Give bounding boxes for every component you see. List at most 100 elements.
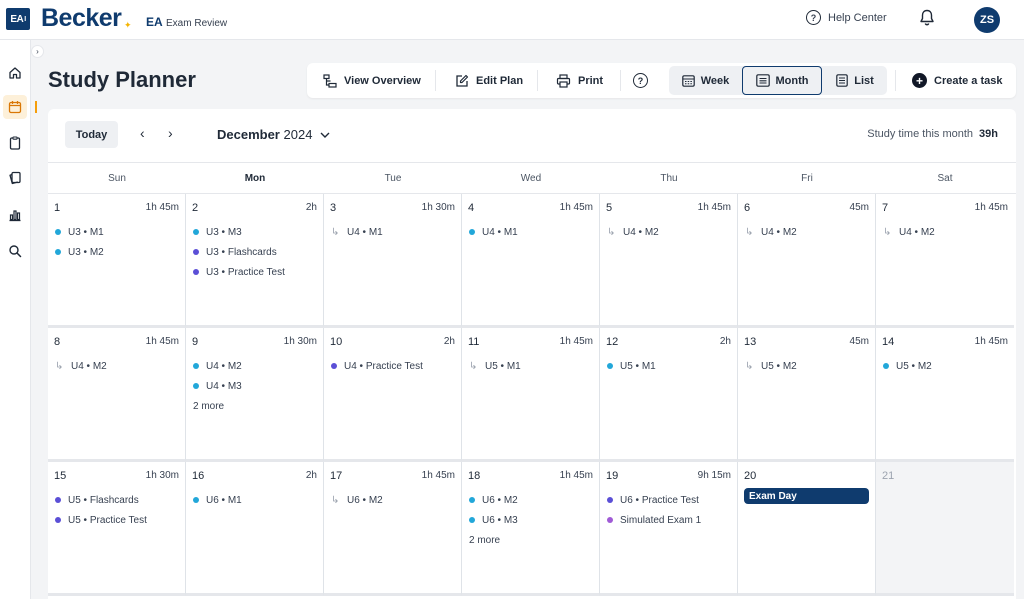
day-cell[interactable]: 7 1h 45m ↳ U4 • M2 — [876, 194, 1014, 328]
day-cell[interactable]: 13 45m ↳ U5 • M2 — [738, 328, 876, 462]
task-status-dot — [469, 497, 475, 503]
create-task-button[interactable]: + Create a task — [912, 63, 1003, 98]
day-study-time: 45m — [849, 202, 869, 213]
day-cell[interactable]: 10 2h U4 • Practice Test — [324, 328, 462, 462]
day-cell[interactable]: 8 1h 45m ↳ U4 • M2 — [48, 328, 186, 462]
day-cell[interactable]: 18 1h 45m U6 • M2 U6 • M3 2 more — [462, 462, 600, 596]
brand-name[interactable]: Becker — [41, 4, 122, 33]
day-cell[interactable]: 20 Exam Day — [738, 462, 876, 596]
day-cell[interactable]: 5 1h 45m ↳ U4 • M2 — [600, 194, 738, 328]
sidebar-item-calendar[interactable] — [3, 95, 27, 119]
task-item[interactable]: U4 • M2 — [192, 356, 317, 376]
day-cell-header: 1 1h 45m — [54, 202, 179, 214]
day-study-time: 2h — [443, 336, 455, 347]
day-study-time: 1h 45m — [559, 202, 593, 213]
sidebar-collapse-button[interactable]: › — [31, 45, 44, 58]
sidebar-item-flashcards[interactable] — [3, 166, 27, 190]
notifications-button[interactable] — [919, 9, 935, 32]
day-cell[interactable]: 1 1h 45m U3 • M1 U3 • M2 — [48, 194, 186, 328]
task-item[interactable]: Simulated Exam 1 — [606, 510, 731, 530]
task-status-dot — [193, 269, 199, 275]
week-view-button[interactable]: Week — [673, 66, 738, 95]
day-cell[interactable]: 9 1h 30m U4 • M2 U4 • M3 2 more — [186, 328, 324, 462]
day-cell[interactable]: 6 45m ↳ U4 • M2 — [738, 194, 876, 328]
sidebar-item-tasks[interactable] — [3, 131, 27, 155]
printer-icon — [556, 73, 571, 88]
task-item[interactable]: ↳ U4 • M2 — [744, 222, 869, 242]
help-button[interactable]: ? — [633, 63, 648, 98]
day-number: 11 — [468, 336, 480, 348]
task-status-dot — [607, 517, 613, 523]
product-code: EA — [146, 15, 163, 29]
task-label: U4 • M2 — [71, 360, 107, 372]
day-number: 17 — [330, 470, 343, 482]
day-cell[interactable]: 2 2h U3 • M3 U3 • Flashcards U3 • Practice T… — [186, 194, 324, 328]
next-month-button[interactable]: › — [168, 125, 173, 141]
task-item[interactable]: U3 • M3 — [192, 222, 317, 242]
day-study-time: 1h 45m — [697, 202, 731, 213]
edit-plan-button[interactable]: Edit Plan — [455, 63, 523, 98]
month-selector[interactable]: December 2024 — [217, 127, 330, 142]
task-item[interactable]: ↳ U4 • M2 — [882, 222, 1008, 242]
product-title: EA Exam Review — [146, 15, 227, 29]
day-cell[interactable]: 14 1h 45m U5 • M2 — [876, 328, 1014, 462]
task-item[interactable]: U6 • M3 — [468, 510, 593, 530]
task-label: U5 • M2 — [896, 360, 932, 372]
day-cell[interactable]: 17 1h 45m ↳ U6 • M2 — [324, 462, 462, 596]
task-item[interactable]: U6 • Practice Test — [606, 490, 731, 510]
day-cell[interactable]: 19 9h 15m U6 • Practice Test Simulated Exam… — [600, 462, 738, 596]
task-item[interactable]: U3 • M2 — [54, 242, 179, 262]
task-item[interactable]: U3 • Practice Test — [192, 262, 317, 282]
sidebar-item-search[interactable] — [3, 239, 27, 263]
task-item[interactable]: U6 • M1 — [192, 490, 317, 510]
day-cell[interactable]: 11 1h 45m ↳ U5 • M1 — [462, 328, 600, 462]
exam-day-event[interactable]: Exam Day — [744, 488, 869, 504]
task-item[interactable]: U6 • M2 — [468, 490, 593, 510]
task-item[interactable]: U5 • M1 — [606, 356, 731, 376]
more-tasks-link[interactable]: 2 more — [468, 530, 593, 550]
task-item[interactable]: ↳ U6 • M2 — [330, 490, 455, 510]
day-cell[interactable]: 21 — [876, 462, 1014, 596]
day-number: 10 — [330, 336, 343, 348]
task-item[interactable]: U5 • Practice Test — [54, 510, 179, 530]
previous-month-button[interactable]: ‹ — [140, 125, 145, 141]
task-item[interactable]: U3 • M1 — [54, 222, 179, 242]
task-item[interactable]: ↳ U4 • M2 — [54, 356, 179, 376]
chart-icon — [9, 210, 21, 222]
task-item[interactable]: ↳ U4 • M2 — [606, 222, 731, 242]
task-item[interactable]: U5 • M2 — [882, 356, 1008, 376]
day-cell[interactable]: 4 1h 45m U4 • M1 — [462, 194, 600, 328]
task-item[interactable]: U5 • Flashcards — [54, 490, 179, 510]
task-label: U3 • Practice Test — [206, 266, 285, 278]
question-icon: ? — [633, 73, 648, 88]
view-overview-button[interactable]: View Overview — [323, 63, 421, 98]
more-tasks-link[interactable]: 2 more — [192, 396, 317, 416]
day-cell-header: 2 2h — [192, 202, 317, 214]
task-item[interactable]: ↳ U5 • M1 — [468, 356, 593, 376]
task-label: Simulated Exam 1 — [620, 514, 702, 526]
month-label: Month — [775, 74, 809, 87]
month-view-button[interactable]: Month — [742, 66, 822, 95]
logo-text: EA — [10, 13, 24, 25]
day-cell[interactable]: 12 2h U5 • M1 — [600, 328, 738, 462]
day-cell[interactable]: 3 1h 30m ↳ U4 • M1 — [324, 194, 462, 328]
sidebar-item-reports[interactable] — [3, 203, 27, 227]
task-item[interactable]: ↳ U4 • M1 — [330, 222, 455, 242]
task-item[interactable]: ↳ U5 • M2 — [744, 356, 869, 376]
user-avatar[interactable]: ZS — [974, 7, 1000, 33]
task-item[interactable]: U3 • Flashcards — [192, 242, 317, 262]
task-label: U3 • M2 — [68, 246, 104, 258]
task-label: U3 • M1 — [68, 226, 104, 238]
task-item[interactable]: U4 • M3 — [192, 376, 317, 396]
task-item[interactable]: U4 • Practice Test — [330, 356, 455, 376]
help-center-link[interactable]: ? Help Center — [806, 10, 887, 25]
task-status-dot — [469, 517, 475, 523]
day-cell[interactable]: 15 1h 30m U5 • Flashcards U5 • Practice Tes… — [48, 462, 186, 596]
sidebar-item-home[interactable] — [3, 61, 27, 85]
day-cell[interactable]: 16 2h U6 • M1 — [186, 462, 324, 596]
list-view-button[interactable]: List — [826, 66, 884, 95]
task-item[interactable]: U4 • M1 — [468, 222, 593, 242]
today-button[interactable]: Today — [65, 121, 118, 148]
print-button[interactable]: Print — [556, 63, 603, 98]
ea-logo[interactable]: EA I — [6, 8, 30, 30]
